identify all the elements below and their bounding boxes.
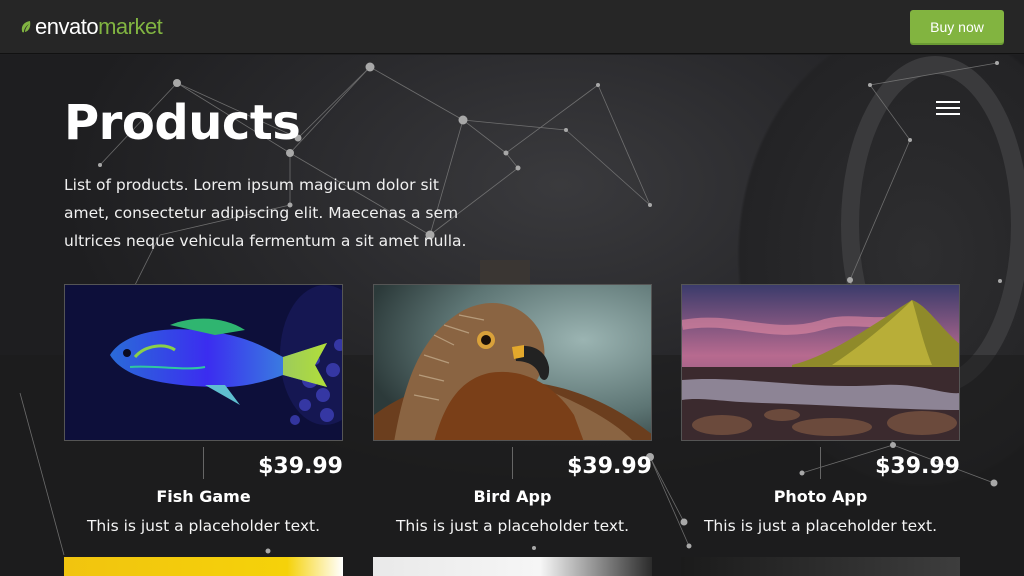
product-price: $39.99 [875,454,960,479]
buy-now-button[interactable]: Buy now [910,10,1004,43]
product-name[interactable]: Fish Game [64,487,343,506]
product-price: $39.99 [258,454,343,479]
product-thumbnail-partial[interactable] [373,557,652,576]
top-bar: envato market Buy now [0,0,1024,54]
page-title: Products [64,95,301,151]
intro-text: List of products. Lorem ipsum magicum do… [64,176,467,250]
hamburger-menu-icon[interactable] [936,101,960,117]
card-connector-line [203,447,204,479]
product-description: This is just a placeholder text. [703,517,938,535]
products-hero: Products List of products. Lorem ipsum m… [0,55,1024,576]
product-name[interactable]: Bird App [373,487,652,506]
card-connector-line [512,447,513,479]
logo-product-text: market [98,13,163,39]
leaf-icon [21,20,31,32]
product-name[interactable]: Photo App [681,487,960,506]
envato-market-logo[interactable]: envato market [20,13,163,40]
landscape-image[interactable] [681,284,960,441]
fish-image[interactable] [64,284,343,441]
product-card-fish-game[interactable]: $39.99 Fish Game This is just a placehol… [64,284,343,535]
product-description: This is just a placeholder text. [86,517,321,535]
product-card-photo-app[interactable]: $39.99 Photo App This is just a placehol… [681,284,960,535]
bird-image[interactable] [373,284,652,441]
product-thumbnail-partial[interactable] [64,557,343,576]
product-thumbnail-partial[interactable] [681,557,960,576]
product-description: This is just a placeholder text. [395,517,630,535]
logo-brand-text: envato [35,13,99,39]
card-connector-line [820,447,821,479]
product-card-bird-app[interactable]: $39.99 Bird App This is just a placehold… [373,284,652,535]
product-price: $39.99 [567,454,652,479]
